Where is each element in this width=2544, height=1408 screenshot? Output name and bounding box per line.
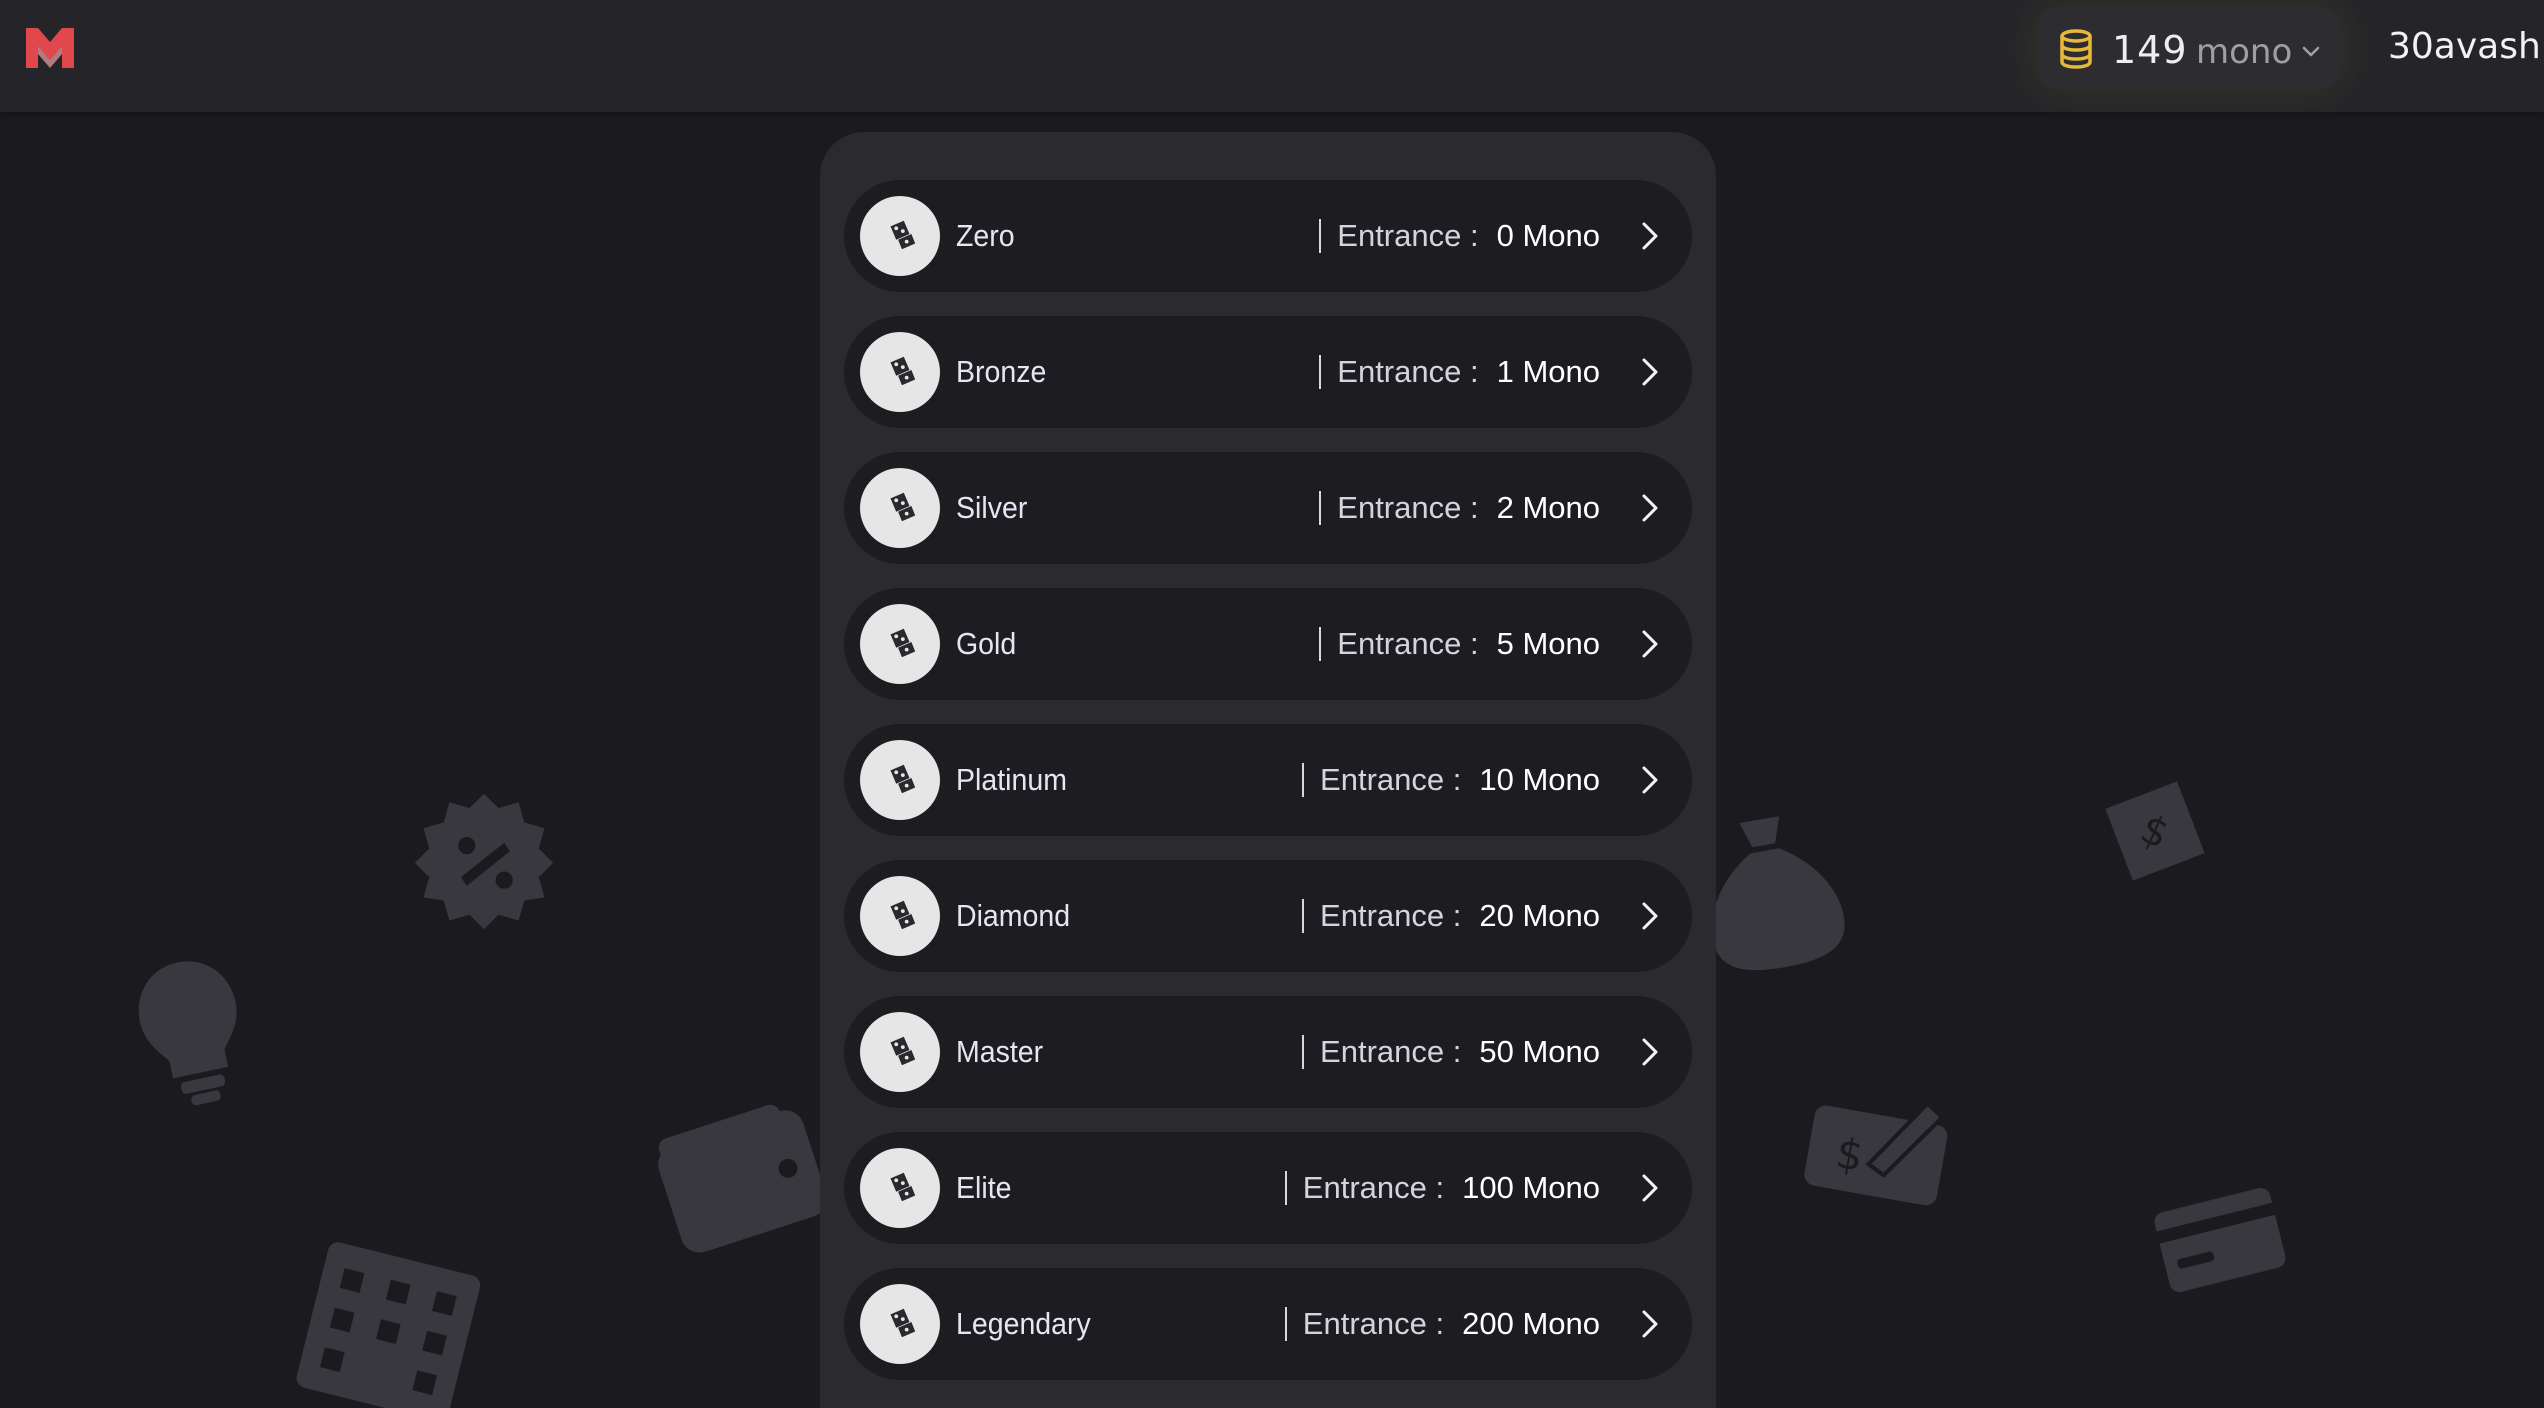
- room-name: Legendary: [956, 1306, 1091, 1341]
- dice-icon: [881, 895, 919, 938]
- dice-icon: [881, 487, 919, 530]
- dice-icon: [881, 623, 919, 666]
- wallet-amount: 149: [2112, 28, 2188, 72]
- cheque-sign-icon: $: [1799, 1073, 1957, 1214]
- entrance-label: Entrance :: [1337, 490, 1479, 525]
- room-item-platinum[interactable]: Platinum Entrance : 10 Mono: [844, 724, 1692, 836]
- room-name: Platinum: [956, 762, 1067, 797]
- dice-icon: [881, 1303, 919, 1346]
- room-item-elite[interactable]: Elite Entrance : 100 Mono: [844, 1132, 1692, 1244]
- divider: [1319, 219, 1322, 253]
- room-entrance: Entrance : 10 Mono: [1302, 760, 1600, 800]
- username-link[interactable]: 30avash: [2388, 26, 2541, 67]
- coin-stack-icon: [2056, 28, 2096, 70]
- room-entrance: Entrance : 200 Mono: [1284, 1304, 1600, 1344]
- divider: [1284, 1307, 1287, 1341]
- room-item-diamond[interactable]: Diamond Entrance : 20 Mono: [844, 860, 1692, 972]
- top-bar: 149 mono 30avash: [0, 0, 2544, 112]
- room-item-legendary[interactable]: Legendary Entrance : 200 Mono: [844, 1268, 1692, 1380]
- room-item-silver[interactable]: Silver Entrance : 2 Mono: [844, 452, 1692, 564]
- room-entrance: Entrance : 1 Mono: [1319, 352, 1600, 392]
- entrance-label: Entrance :: [1337, 218, 1479, 253]
- chevron-right-icon: [1632, 898, 1668, 934]
- entrance-label: Entrance :: [1320, 1034, 1462, 1069]
- room-avatar: [860, 1284, 940, 1364]
- divider: [1302, 899, 1305, 933]
- room-entrance: Entrance : 50 Mono: [1302, 1032, 1600, 1072]
- chevron-right-icon: [1632, 218, 1668, 254]
- entrance-value: 100 Mono: [1462, 1170, 1600, 1205]
- divider: [1302, 1035, 1305, 1069]
- entrance-label: Entrance :: [1320, 762, 1462, 797]
- room-entrance: Entrance : 0 Mono: [1319, 216, 1600, 256]
- room-list-panel: Zero Entrance : 0 Mono Bronze Entrance : 1…: [820, 132, 1716, 1408]
- chevron-right-icon: [1632, 626, 1668, 662]
- room-entrance: Entrance : 2 Mono: [1319, 488, 1600, 528]
- chevron-right-icon: [1632, 1306, 1668, 1342]
- entrance-label: Entrance :: [1302, 1170, 1445, 1205]
- chevron-right-icon: [1632, 354, 1668, 390]
- room-item-zero[interactable]: Zero Entrance : 0 Mono: [844, 180, 1692, 292]
- wallet-balance-button[interactable]: 149 mono: [2038, 8, 2340, 88]
- room-entrance: Entrance : 20 Mono: [1302, 896, 1600, 936]
- entrance-value: 200 Mono: [1462, 1306, 1600, 1341]
- room-avatar: [860, 1012, 940, 1092]
- room-name: Bronze: [956, 354, 1047, 389]
- page: $ $ 149 mono 30avash Zero Entrance: 0 M…: [0, 0, 2544, 1408]
- entrance-value: 50 Mono: [1479, 1034, 1600, 1069]
- dice-icon: [881, 759, 919, 802]
- lightbulb-icon: [124, 948, 260, 1115]
- room-entrance: Entrance : 5 Mono: [1319, 624, 1600, 664]
- room-name: Diamond: [956, 898, 1071, 933]
- entrance-value: 2 Mono: [1496, 490, 1600, 525]
- room-avatar: [860, 1148, 940, 1228]
- room-item-bronze[interactable]: Bronze Entrance : 1 Mono: [844, 316, 1692, 428]
- room-avatar: [860, 740, 940, 820]
- divider: [1319, 355, 1322, 389]
- brand-logo-icon[interactable]: [24, 24, 76, 72]
- entrance-label: Entrance :: [1337, 354, 1479, 389]
- dice-icon: [881, 351, 919, 394]
- chevron-right-icon: [1632, 1170, 1668, 1206]
- discount-badge-icon: [412, 788, 556, 932]
- wallet-icon: [645, 1087, 838, 1267]
- divider: [1302, 763, 1305, 797]
- entrance-label: Entrance :: [1337, 626, 1479, 661]
- room-name: Master: [956, 1034, 1044, 1069]
- room-entrance: Entrance : 100 Mono: [1284, 1168, 1600, 1208]
- room-avatar: [860, 332, 940, 412]
- entrance-value: 20 Mono: [1479, 898, 1600, 933]
- divider: [1319, 491, 1322, 525]
- chevron-right-icon: [1632, 490, 1668, 526]
- room-name: Elite: [956, 1170, 1012, 1205]
- wallet-currency: mono: [2196, 32, 2293, 72]
- dice-icon: [881, 215, 919, 258]
- room-avatar: [860, 196, 940, 276]
- building-icon: [280, 1220, 500, 1408]
- chevron-down-icon: [2300, 40, 2322, 62]
- room-avatar: [860, 468, 940, 548]
- credit-card-icon: [2148, 1178, 2292, 1301]
- room-name: Silver: [956, 490, 1028, 525]
- room-avatar: [860, 604, 940, 684]
- entrance-value: 0 Mono: [1496, 218, 1600, 253]
- chevron-right-icon: [1632, 1034, 1668, 1070]
- entrance-label: Entrance :: [1320, 898, 1462, 933]
- entrance-value: 10 Mono: [1479, 762, 1600, 797]
- chevron-right-icon: [1632, 762, 1668, 798]
- room-name: Gold: [956, 626, 1017, 661]
- room-item-master[interactable]: Master Entrance : 50 Mono: [844, 996, 1692, 1108]
- entrance-value: 1 Mono: [1496, 354, 1600, 389]
- dice-icon: [881, 1167, 919, 1210]
- divider: [1284, 1171, 1287, 1205]
- entrance-label: Entrance :: [1302, 1306, 1445, 1341]
- price-tag-icon: $: [2077, 753, 2233, 909]
- room-avatar: [860, 876, 940, 956]
- entrance-value: 5 Mono: [1496, 626, 1600, 661]
- divider: [1319, 627, 1322, 661]
- dice-icon: [881, 1031, 919, 1074]
- room-item-gold[interactable]: Gold Entrance : 5 Mono: [844, 588, 1692, 700]
- room-name: Zero: [956, 218, 1015, 253]
- room-list: Zero Entrance : 0 Mono Bronze Entrance : 1…: [844, 180, 1692, 1404]
